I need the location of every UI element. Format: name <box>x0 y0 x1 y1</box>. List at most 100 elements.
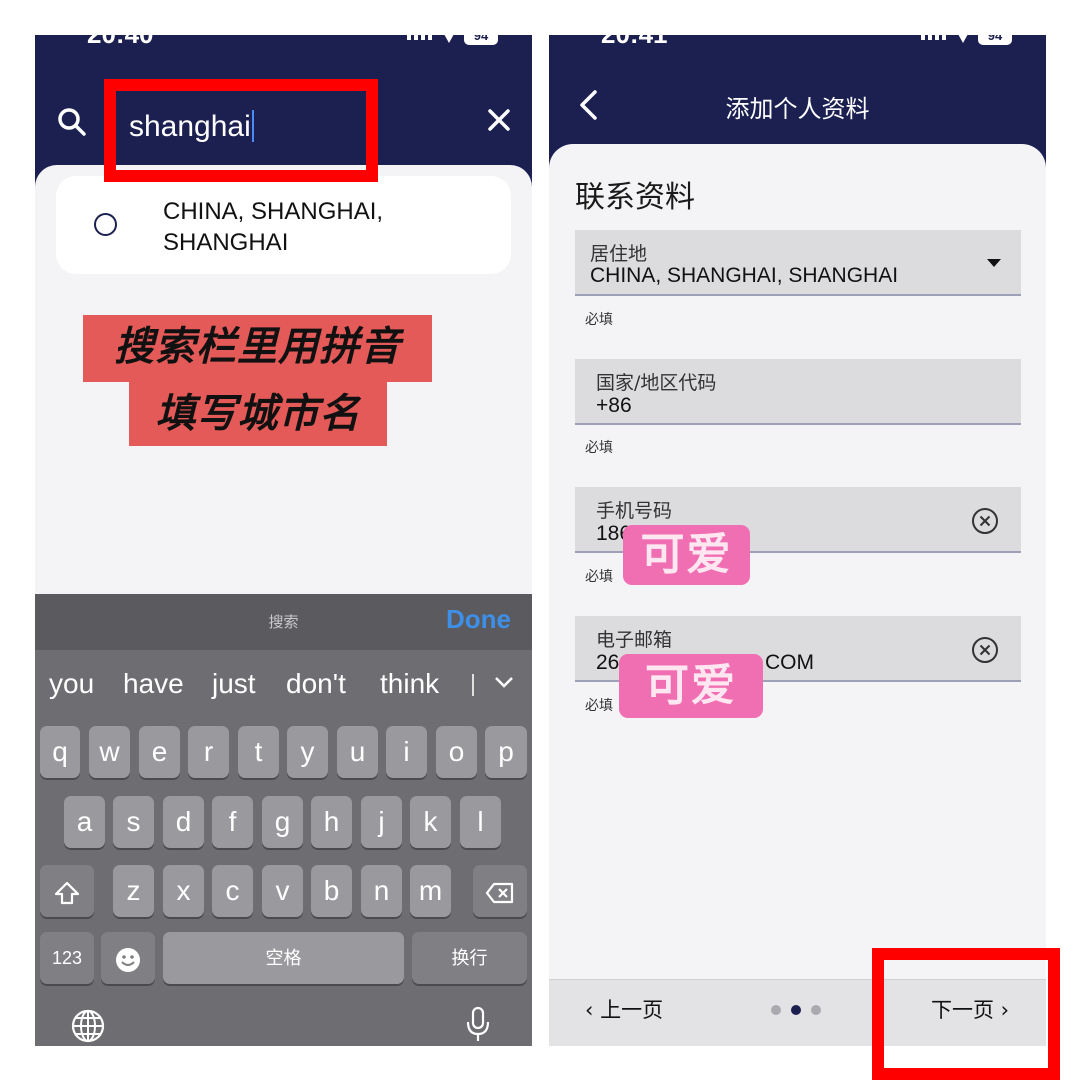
prev-page-button[interactable]: ‹ 上一页 <box>585 994 663 1024</box>
key-s[interactable]: s <box>113 796 154 848</box>
key-h[interactable]: h <box>311 796 352 848</box>
suggestion-item[interactable]: you <box>49 668 94 700</box>
key-q[interactable]: q <box>40 726 80 778</box>
suggestion-divider <box>472 674 474 696</box>
key-f[interactable]: f <box>212 796 253 848</box>
key-g[interactable]: g <box>262 796 303 848</box>
field-value: +86 <box>596 394 632 417</box>
field-value: CHINA, SHANGHAI, SHANGHAI <box>590 264 899 287</box>
section-title: 联系资料 <box>575 180 695 215</box>
page-title: 添加个人资料 <box>725 95 870 123</box>
field-label: 居住地 <box>590 243 648 265</box>
key-v[interactable]: v <box>262 865 303 917</box>
chevron-right-icon: › <box>994 998 1010 1022</box>
clear-icon[interactable] <box>971 636 999 668</box>
done-button[interactable]: Done <box>446 604 511 635</box>
page-dot <box>811 1005 821 1015</box>
suggestion-bar: you have just don't think <box>35 664 532 708</box>
field-label: 手机号码 <box>596 500 673 522</box>
key-t[interactable]: t <box>238 726 279 778</box>
key-b[interactable]: b <box>311 865 352 917</box>
country-code-field[interactable]: 国家/地区代码 +86 <box>575 359 1021 425</box>
annotation-line-2: 填写城市名 <box>129 382 387 446</box>
battery-icon: 94 <box>464 35 498 45</box>
key-w[interactable]: w <box>89 726 130 778</box>
key-l[interactable]: l <box>460 796 501 848</box>
page-dot <box>771 1005 781 1015</box>
residence-select[interactable]: 居住地 CHINA, SHANGHAI, SHANGHAI <box>575 230 1021 296</box>
status-bar: 20:41 94 <box>549 35 1046 53</box>
status-time: 20:40 <box>87 35 154 50</box>
key-a[interactable]: a <box>64 796 105 848</box>
emoji-key[interactable] <box>101 932 155 984</box>
key-i[interactable]: i <box>386 726 427 778</box>
search-input-value: shanghai <box>129 110 251 143</box>
shift-key[interactable] <box>40 865 94 917</box>
annotation-line-1: 搜索栏里用拼音 <box>83 315 432 382</box>
key-n[interactable]: n <box>361 865 402 917</box>
key-o[interactable]: o <box>436 726 477 778</box>
suggestion-item[interactable]: have <box>123 668 184 700</box>
field-label: 国家/地区代码 <box>596 372 717 394</box>
keyboard-toolbar: 搜索 Done <box>35 594 532 650</box>
prev-page-label: 上一页 <box>600 998 664 1022</box>
helper-text: 必填 <box>585 569 613 585</box>
suggestion-item[interactable]: don't <box>286 668 346 700</box>
clear-icon[interactable] <box>971 507 999 539</box>
status-time: 20:41 <box>601 35 668 50</box>
form-sheet: 联系资料 居住地 CHINA, SHANGHAI, SHANGHAI 必填 国家… <box>549 144 1046 979</box>
key-e[interactable]: e <box>139 726 180 778</box>
helper-text: 必填 <box>585 440 613 456</box>
page-dot-active <box>791 1005 801 1015</box>
key-x[interactable]: x <box>163 865 204 917</box>
radio-button[interactable] <box>94 213 117 236</box>
keyboard: 搜索 Done you have just don't think q w e … <box>35 594 532 1046</box>
key-u[interactable]: u <box>337 726 378 778</box>
key-r[interactable]: r <box>188 726 229 778</box>
next-page-button[interactable]: 下一页 › <box>931 994 1009 1024</box>
helper-text: 必填 <box>585 312 613 328</box>
profile-form-screen: 20:41 94 添加个人资料 联系资料 居住地 CHINA, SHANGHAI… <box>549 35 1046 1046</box>
globe-icon[interactable] <box>70 1008 106 1046</box>
battery-icon: 94 <box>978 35 1012 45</box>
sticker-overlay: 可爱 <box>619 654 763 718</box>
microphone-icon[interactable] <box>463 1006 493 1046</box>
search-screen: 20:40 94 shanghai CHINA, SHANGHAI, SHANG… <box>35 35 532 1046</box>
key-m[interactable]: m <box>410 865 451 917</box>
status-bar: 20:40 94 <box>35 35 532 53</box>
signal-icon <box>407 35 432 40</box>
sticker-overlay: 可爱 <box>623 525 750 585</box>
wifi-icon <box>956 35 970 43</box>
key-d[interactable]: d <box>163 796 204 848</box>
next-page-label: 下一页 <box>931 998 994 1022</box>
suggestion-item[interactable]: think <box>380 668 439 700</box>
backspace-key[interactable] <box>473 865 527 917</box>
field-value-end: COM <box>765 651 814 674</box>
close-icon[interactable] <box>487 108 511 136</box>
helper-text: 必填 <box>585 698 613 714</box>
key-p[interactable]: p <box>485 726 527 778</box>
emoji-icon <box>116 947 140 972</box>
text-caret <box>251 110 254 142</box>
signal-icon <box>921 35 946 40</box>
chevron-down-icon[interactable] <box>493 668 515 700</box>
space-key[interactable]: 空格 <box>163 932 404 984</box>
list-item[interactable]: CHINA, SHANGHAI, SHANGHAI <box>56 176 511 274</box>
suggestion-item[interactable]: just <box>212 668 256 700</box>
key-y[interactable]: y <box>287 726 328 778</box>
numbers-key[interactable]: 123 <box>40 932 94 984</box>
search-input[interactable]: shanghai <box>129 102 359 152</box>
key-k[interactable]: k <box>410 796 451 848</box>
search-icon[interactable] <box>57 107 87 141</box>
key-c[interactable]: c <box>212 865 253 917</box>
dropdown-arrow-icon[interactable] <box>987 259 1001 267</box>
field-label: 电子邮箱 <box>596 629 673 651</box>
return-key[interactable]: 换行 <box>412 932 527 984</box>
chevron-left-icon: ‹ <box>585 998 601 1022</box>
backspace-icon <box>485 882 514 903</box>
wifi-icon <box>442 35 456 43</box>
key-j[interactable]: j <box>361 796 402 848</box>
shift-icon <box>54 881 80 904</box>
key-z[interactable]: z <box>113 865 154 917</box>
pagination-bar: ‹ 上一页 下一页 › <box>549 979 1046 1046</box>
